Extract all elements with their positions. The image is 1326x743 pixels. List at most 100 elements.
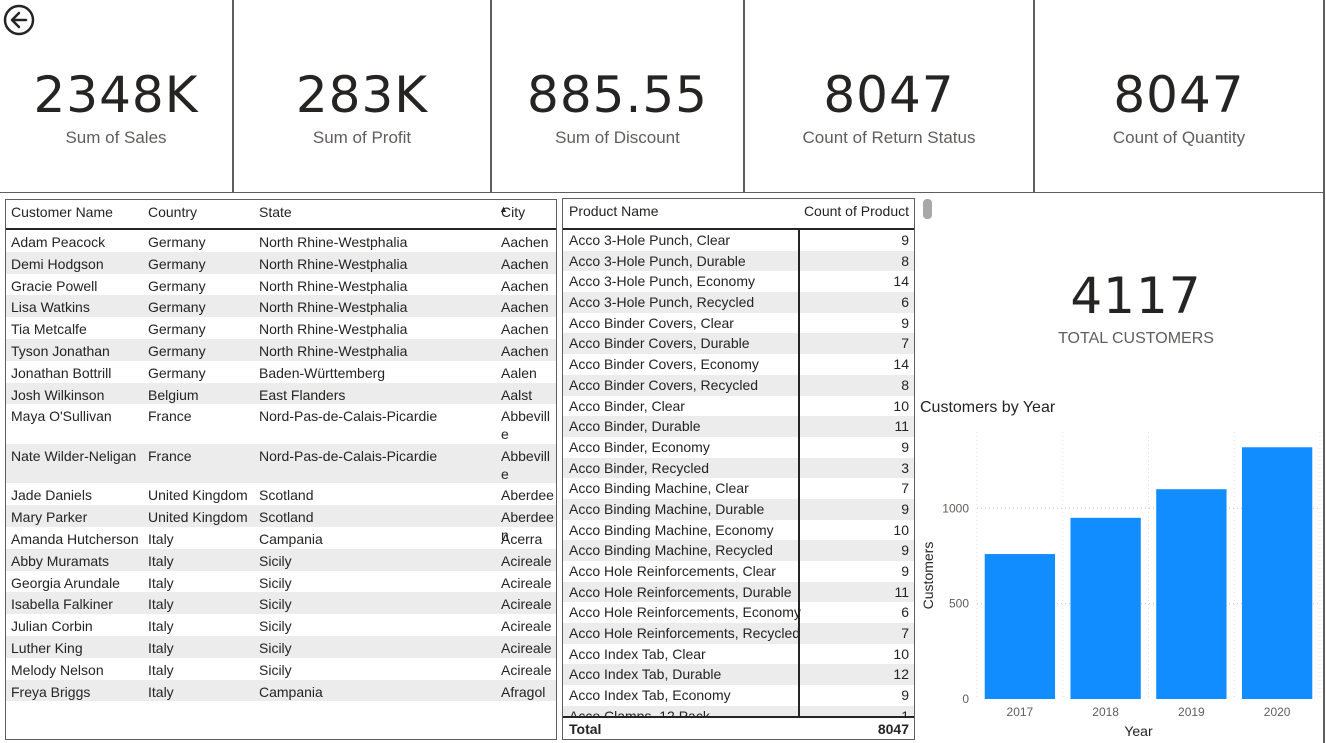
table-row[interactable]: Acco Index Tab, Clear 10 — [563, 644, 914, 665]
table-cell: North Rhine-Westphalia — [259, 321, 408, 338]
table-cell: Acireale — [501, 552, 552, 569]
table-cell: Aachen — [501, 321, 549, 338]
table-cell: Germany — [148, 321, 206, 338]
table-row[interactable]: Acco Binder Covers, Durable 7 — [563, 333, 914, 355]
product-table-scrollbar[interactable] — [923, 199, 932, 219]
product-count-cell: 6 — [901, 294, 909, 311]
kpi-value: 8047 — [823, 66, 955, 124]
table-row[interactable]: Acco 3-Hole Punch, Recycled 6 — [563, 292, 914, 313]
product-table-total-row: Total 8047 — [563, 716, 914, 739]
table-row[interactable]: Georgia Arundale Italy Sicily Acireale — [6, 571, 556, 593]
table-row[interactable]: Acco Binder Covers, Economy 14 — [563, 354, 914, 375]
table-row[interactable]: Melody Nelson Italy Sicily Acireale — [6, 658, 556, 680]
table-row[interactable]: Acco 3-Hole Punch, Durable 8 — [563, 250, 914, 272]
table-row[interactable]: Mary Parker United Kingdom Scotland Aberdee… — [6, 505, 556, 543]
table-cell: Germany — [148, 234, 206, 250]
table-row[interactable]: Julian Corbin Italy Sicily Acireale — [6, 614, 556, 636]
back-arrow-icon — [3, 4, 35, 36]
table-row[interactable]: Acco Binding Machine, Clear 7 — [563, 478, 914, 499]
table-cell: Sicily — [259, 596, 292, 613]
table-row[interactable]: Acco Hole Reinforcements, Economy 6 — [563, 602, 914, 623]
product-name-cell: Acco Binder Covers, Durable — [569, 335, 750, 352]
table-row[interactable]: Acco Binding Machine, Durable 9 — [563, 498, 914, 520]
table-cell: Mary Parker — [11, 509, 88, 526]
column-header-customer-name[interactable]: Customer Name — [11, 204, 113, 220]
table-row[interactable]: Acco Hole Reinforcements, Durable 11 — [563, 581, 914, 603]
table-row[interactable]: Tia Metcalfe Germany North Rhine-Westphali… — [6, 317, 556, 339]
kpi-value: 2348K — [33, 66, 199, 124]
table-row[interactable]: Adam Peacock Germany North Rhine-Westphali… — [6, 230, 556, 252]
kpi-card-sales: 2348K Sum of Sales — [0, 0, 234, 193]
table-cell: Italy — [148, 661, 174, 678]
table-cell: Abby Muramats — [11, 552, 110, 569]
chart-title: Customers by Year — [920, 399, 1056, 416]
table-row[interactable]: Acco Binder, Recycled 3 — [563, 457, 914, 479]
column-header-count-of-product[interactable]: Count of Product — [804, 203, 909, 219]
table-row[interactable]: Acco Clamps, 12 Pack 1 — [563, 705, 914, 716]
table-cell: North Rhine-Westphalia — [259, 277, 408, 294]
total-customers-value: 4117 — [1070, 267, 1202, 325]
table-row[interactable]: Acco Hole Reinforcements, Recycled 7 — [563, 623, 914, 644]
kpi-card-quantity: 8047 Count of Quantity — [1035, 0, 1325, 193]
table-row[interactable]: Acco 3-Hole Punch, Clear 9 — [563, 230, 914, 251]
table-row[interactable]: Acco Index Tab, Durable 12 — [563, 664, 914, 686]
product-table[interactable]: Product Name Count of Product Acco 3-Hol… — [562, 198, 915, 740]
table-cell: Jonathan Bottrill — [11, 364, 112, 381]
table-row[interactable]: Maya O'Sullivan France Nord-Pas-de-Calais-… — [6, 404, 556, 444]
back-button[interactable] — [3, 4, 35, 36]
kpi-value: 283K — [295, 66, 429, 124]
table-cell: Campania — [259, 683, 323, 700]
table-cell: Lisa Watkins — [11, 299, 90, 316]
table-row[interactable]: Acco Hole Reinforcements, Clear 9 — [563, 561, 914, 582]
total-customers-label: TOTAL CUSTOMERS — [1058, 330, 1214, 347]
column-header-country[interactable]: Country — [148, 204, 197, 220]
product-count-cell: 9 — [901, 232, 909, 248]
table-row[interactable]: Jonathan Bottrill Germany Baden-Württember… — [6, 361, 556, 383]
table-row[interactable]: Acco Binder, Clear 10 — [563, 396, 914, 417]
bar — [1070, 517, 1141, 699]
table-cell: Italy — [148, 596, 174, 613]
column-header-state[interactable]: State — [259, 204, 292, 220]
table-row[interactable]: Abby Muramats Italy Sicily Acireale — [6, 548, 556, 571]
table-row[interactable]: Luther King Italy Sicily Acireale — [6, 635, 556, 658]
table-row[interactable]: Acco Binder Covers, Recycled 8 — [563, 374, 914, 396]
table-row[interactable]: Demi Hodgson Germany North Rhine-Westphali… — [6, 251, 556, 274]
table-row[interactable]: Isabella Falkiner Italy Sicily Acireale — [6, 592, 556, 615]
table-cell: Italy — [148, 639, 174, 656]
table-cell: Acireale — [501, 618, 552, 635]
table-cell: Germany — [148, 364, 206, 381]
customer-table[interactable]: Customer Name Country State City ▲ Adam … — [5, 199, 557, 740]
table-row[interactable]: Acco 3-Hole Punch, Economy 14 — [563, 271, 914, 292]
product-count-cell: 10 — [893, 645, 909, 662]
table-row[interactable]: Amanda Hutcherson Italy Campania Acerra — [6, 527, 556, 549]
table-row[interactable]: Tyson Jonathan Germany North Rhine-Westpha… — [6, 338, 556, 361]
table-cell: North Rhine-Westphalia — [259, 299, 408, 316]
table-cell: Josh Wilkinson — [11, 386, 105, 403]
table-cell: Aalst — [501, 386, 533, 403]
product-name-cell: Acco 3-Hole Punch, Recycled — [569, 294, 755, 311]
table-row[interactable]: Nate Wilder-Neligan France Nord-Pas-de-Cal… — [6, 443, 556, 484]
column-header-city[interactable]: City — [501, 204, 555, 220]
table-row[interactable]: Acco Binder, Durable 11 — [563, 416, 914, 437]
table-cell: Baden-Württemberg — [259, 364, 386, 381]
table-row[interactable]: Jade Daniels United Kingdom Scotland Aberde… — [6, 483, 556, 521]
product-count-cell: 8 — [901, 252, 909, 269]
bar — [1156, 489, 1227, 699]
table-row[interactable]: Acco Binding Machine, Economy 10 — [563, 520, 914, 541]
table-row[interactable]: Acco Index Tab, Economy 9 — [563, 685, 914, 706]
x-tick-label: 2018 — [1092, 705, 1119, 719]
customers-by-year-chart[interactable]: 0 500 1000 2017 2018 2019 2020 Year Customers — [915, 420, 1323, 743]
y-axis-title: Customers — [920, 542, 936, 610]
kpi-label: Sum of Discount — [555, 128, 680, 147]
table-row[interactable]: Acco Binding Machine, Recycled 9 — [563, 540, 914, 561]
table-row[interactable]: Freya Briggs Italy Campania Afragol — [6, 679, 556, 702]
table-row[interactable]: Acco Binder, Economy 9 — [563, 437, 914, 458]
column-header-product-name[interactable]: Product Name — [569, 203, 658, 219]
product-count-cell: 6 — [901, 604, 909, 621]
table-row[interactable]: Lisa Watkins Germany North Rhine-Westphali… — [6, 295, 556, 318]
x-axis-title: Year — [1124, 723, 1153, 739]
table-row[interactable]: Josh Wilkinson Belgium East Flanders Aalst — [6, 382, 556, 405]
table-row[interactable]: Acco Binder Covers, Clear 9 — [563, 313, 914, 334]
table-row[interactable]: Gracie Powell Germany North Rhine-Westphal… — [6, 274, 556, 296]
table-cell: Germany — [148, 342, 206, 359]
